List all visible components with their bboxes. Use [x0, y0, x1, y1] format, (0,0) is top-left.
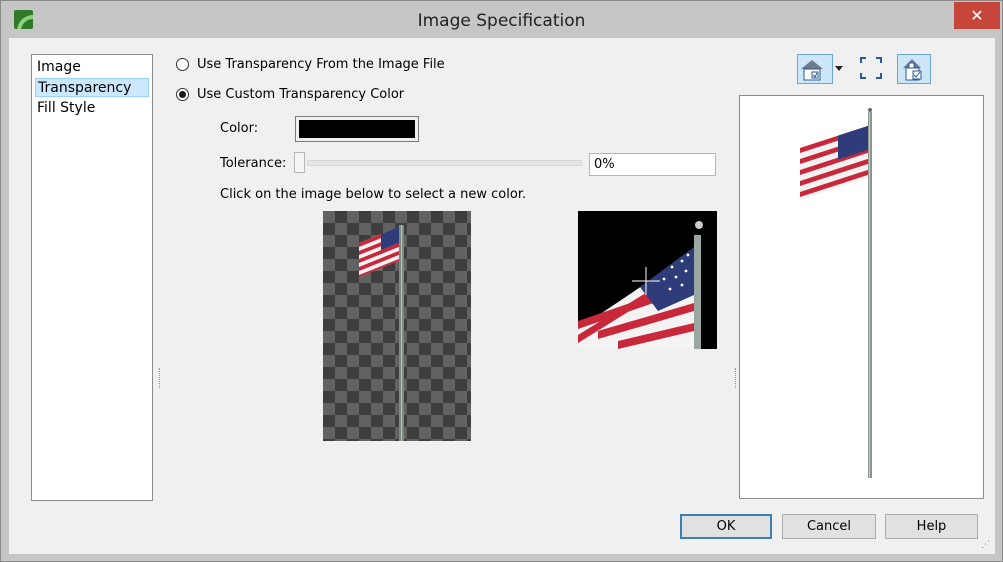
fill-window-icon [860, 57, 882, 79]
view-mode-dropdown[interactable] [833, 54, 845, 84]
radio-button[interactable] [176, 58, 189, 71]
dialog-window: Image Specification ✕ Image Transparency… [0, 0, 1003, 562]
flag-image [359, 225, 404, 441]
dialog-body: Image Transparency Fill Style Use Transp… [9, 38, 995, 554]
zoomed-flag-image [578, 221, 703, 349]
nav-item-image[interactable]: Image [35, 58, 149, 77]
view-mode-button[interactable] [797, 54, 833, 84]
ok-button[interactable]: OK [680, 514, 772, 539]
tolerance-slider-track[interactable] [307, 160, 582, 166]
instruction-text: Click on the image below to select a new… [220, 187, 527, 202]
color-swatch-fill [299, 120, 415, 138]
category-list: Image Transparency Fill Style [31, 54, 153, 501]
house-view-icon [801, 60, 823, 81]
tolerance-input[interactable]: 0% [589, 153, 716, 176]
tolerance-label: Tolerance: [220, 156, 287, 171]
radio-label: Use Custom Transparency Color [197, 87, 405, 102]
nav-item-transparency[interactable]: Transparency [35, 78, 149, 97]
color-label: Color: [220, 121, 259, 136]
preview-pane [739, 95, 984, 499]
preview-icon [903, 59, 922, 81]
resize-grip-icon[interactable]: ⋰ [981, 540, 991, 550]
cancel-button[interactable]: Cancel [782, 514, 876, 539]
preview-flag-image [800, 108, 872, 478]
preview-toggle-button[interactable] [897, 54, 931, 84]
radio-label: Use Transparency From the Image File [197, 57, 445, 72]
nav-item-fill-style[interactable]: Fill Style [35, 99, 149, 118]
dropdown-arrow-icon [835, 66, 843, 71]
source-image-canvas[interactable] [323, 211, 471, 441]
window-title: Image Specification [417, 11, 586, 31]
splitter-right[interactable] [735, 368, 738, 388]
splitter-left[interactable] [159, 368, 162, 388]
tolerance-slider-thumb[interactable] [294, 152, 305, 173]
help-button[interactable]: Help [885, 514, 978, 539]
fill-window-button[interactable] [858, 54, 884, 84]
title-bar[interactable]: Image Specification ✕ [1, 1, 1002, 38]
color-swatch-button[interactable] [295, 116, 419, 142]
zoom-loupe[interactable] [578, 211, 717, 349]
close-button[interactable]: ✕ [954, 2, 1000, 29]
radio-button-selected[interactable] [176, 88, 189, 101]
